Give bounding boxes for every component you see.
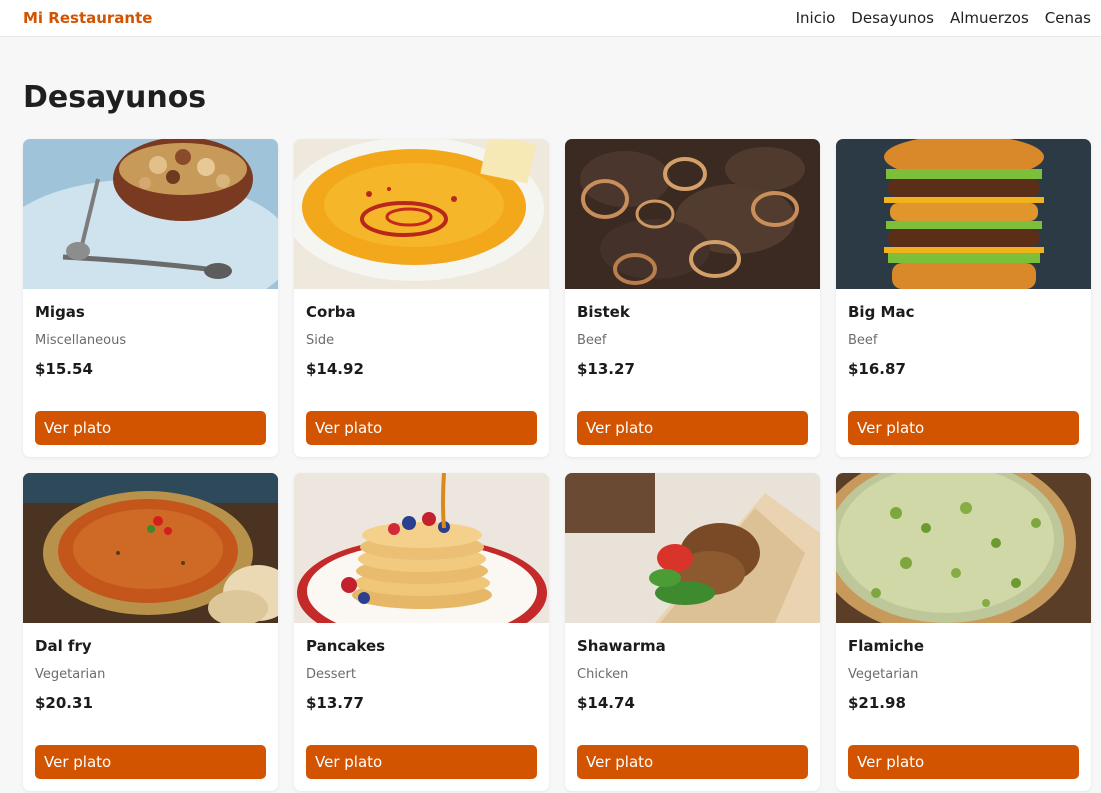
dish-name: Big Mac bbox=[848, 303, 915, 321]
view-dish-button[interactable]: Ver plato bbox=[306, 411, 537, 445]
shawarma-photo[interactable] bbox=[565, 473, 820, 623]
nav-link-inicio[interactable]: Inicio bbox=[796, 9, 836, 27]
dish-price: $15.54 bbox=[35, 360, 93, 378]
brand-logo-link[interactable]: Mi Restaurante bbox=[23, 9, 152, 27]
dish-name: Shawarma bbox=[577, 637, 666, 655]
dish-category: Side bbox=[306, 333, 335, 348]
dish-name: Migas bbox=[35, 303, 85, 321]
view-dish-button[interactable]: Ver plato bbox=[848, 411, 1079, 445]
nav-link-almuerzos[interactable]: Almuerzos bbox=[950, 9, 1029, 27]
dish-price: $20.31 bbox=[35, 694, 93, 712]
page-title: Desayunos bbox=[23, 80, 207, 115]
dish-category: Dessert bbox=[306, 667, 356, 682]
nav-links: Inicio Desayunos Almuerzos Cenas bbox=[780, 9, 1091, 27]
dish-name: Flamiche bbox=[848, 637, 925, 655]
dish-card: Big Mac Beef $16.87 Ver plato bbox=[836, 139, 1091, 457]
dish-category: Beef bbox=[848, 333, 878, 348]
nav-link-desayunos[interactable]: Desayunos bbox=[851, 9, 934, 27]
big-mac-photo[interactable] bbox=[836, 139, 1091, 289]
dish-card: Pancakes Dessert $13.77 Ver plato bbox=[294, 473, 549, 791]
flamiche-photo[interactable] bbox=[836, 473, 1091, 623]
dish-card: Dal fry Vegetarian $20.31 Ver plato bbox=[23, 473, 278, 791]
dish-category: Vegetarian bbox=[35, 667, 106, 682]
bistek-photo[interactable] bbox=[565, 139, 820, 289]
view-dish-button[interactable]: Ver plato bbox=[848, 745, 1079, 779]
dish-price: $14.92 bbox=[306, 360, 364, 378]
navbar: Mi Restaurante Inicio Desayunos Almuerzo… bbox=[0, 0, 1101, 37]
view-dish-button[interactable]: Ver plato bbox=[35, 411, 266, 445]
dish-price: $14.74 bbox=[577, 694, 635, 712]
dish-card: Corba Side $14.92 Ver plato bbox=[294, 139, 549, 457]
dish-price: $13.27 bbox=[577, 360, 635, 378]
migas-photo[interactable] bbox=[23, 139, 278, 289]
dish-price: $16.87 bbox=[848, 360, 906, 378]
dish-card: Migas Miscellaneous $15.54 Ver plato bbox=[23, 139, 278, 457]
view-dish-button[interactable]: Ver plato bbox=[577, 745, 808, 779]
dish-name: Corba bbox=[306, 303, 356, 321]
dish-card: Shawarma Chicken $14.74 Ver plato bbox=[565, 473, 820, 791]
dal-fry-photo[interactable] bbox=[23, 473, 278, 623]
view-dish-button[interactable]: Ver plato bbox=[35, 745, 266, 779]
dish-name: Bistek bbox=[577, 303, 630, 321]
dish-card: Bistek Beef $13.27 Ver plato bbox=[565, 139, 820, 457]
dish-name: Dal fry bbox=[35, 637, 92, 655]
dish-category: Vegetarian bbox=[848, 667, 919, 682]
dish-category: Beef bbox=[577, 333, 607, 348]
corba-photo[interactable] bbox=[294, 139, 549, 289]
view-dish-button[interactable]: Ver plato bbox=[306, 745, 537, 779]
dish-category: Miscellaneous bbox=[35, 333, 127, 348]
dish-card: Flamiche Vegetarian $21.98 Ver plato bbox=[836, 473, 1091, 791]
dish-name: Pancakes bbox=[306, 637, 386, 655]
dish-category: Chicken bbox=[577, 667, 629, 682]
dish-price: $13.77 bbox=[306, 694, 364, 712]
nav-link-cenas[interactable]: Cenas bbox=[1045, 9, 1091, 27]
dish-price: $21.98 bbox=[848, 694, 906, 712]
pancakes-photo[interactable] bbox=[294, 473, 549, 623]
view-dish-button[interactable]: Ver plato bbox=[577, 411, 808, 445]
dish-grid: Migas Miscellaneous $15.54 Ver plato Cor… bbox=[23, 139, 1091, 791]
